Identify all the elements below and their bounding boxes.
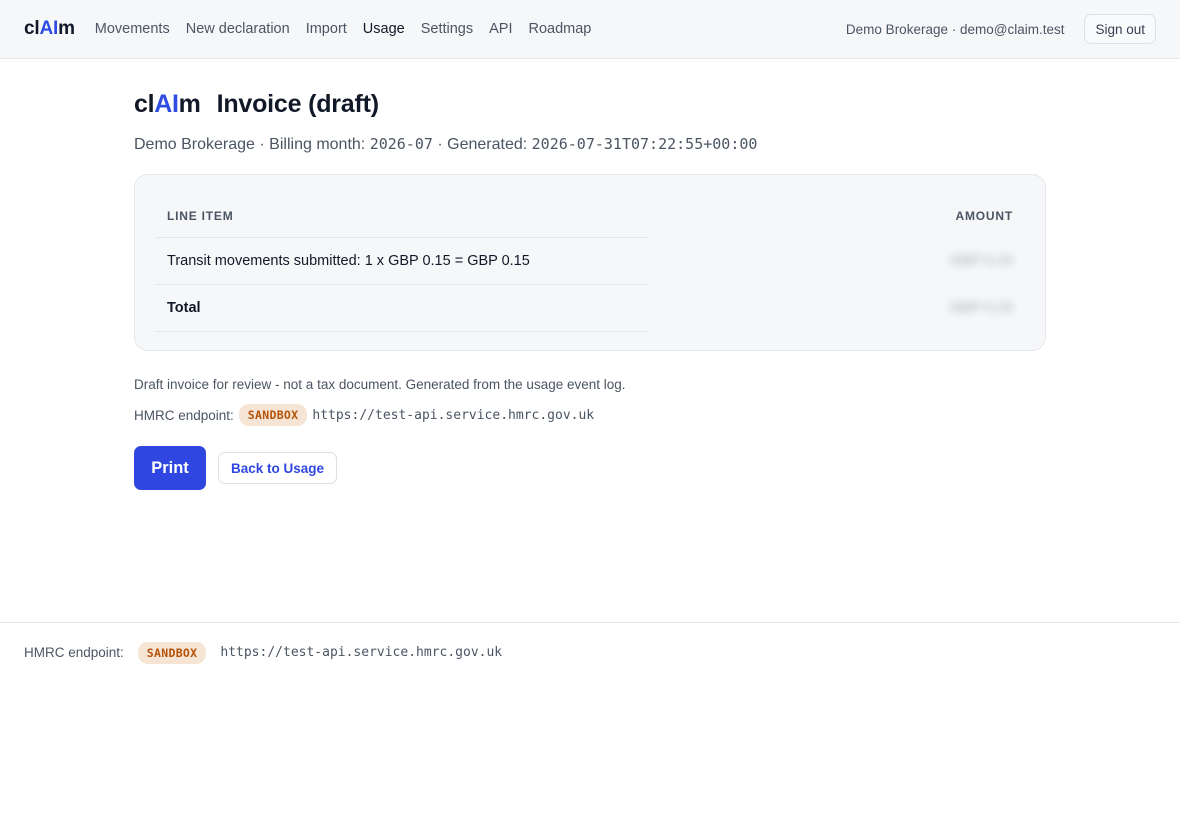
print-button[interactable]: Print [134, 446, 206, 490]
nav-link-import[interactable]: Import [306, 21, 347, 37]
title-logo-suffix: m [178, 90, 201, 118]
line-item-desc: Transit movements submitted: 1 x GBP 0.1… [155, 237, 825, 285]
logo-prefix: cl [24, 18, 40, 39]
nav-link-settings[interactable]: Settings [421, 21, 473, 37]
footer-endpoint-url: https://test-api.service.hmrc.gov.uk [220, 645, 503, 660]
footer: HMRC endpoint: SANDBOX https://test-api.… [0, 622, 1180, 682]
logo-suffix: m [58, 18, 75, 39]
total-row: Total GBP 0.15 [155, 284, 1025, 332]
table-row: Transit movements submitted: 1 x GBP 0.1… [155, 237, 1025, 285]
back-to-usage-button[interactable]: Back to Usage [218, 452, 338, 484]
nav-link-new-declaration[interactable]: New declaration [186, 21, 290, 37]
endpoint-url: https://test-api.service.hmrc.gov.uk [312, 407, 595, 423]
line-item-amount-value: GBP 0.15 [949, 253, 1013, 269]
invoice-meta: Demo Brokerage · Billing month: 2026-07 … [134, 135, 1046, 154]
title-logo-prefix: cl [134, 90, 155, 118]
account-info: Demo Brokerage · demo@claim.test [845, 21, 1065, 37]
org-name: Demo Brokerage [134, 136, 255, 153]
endpoint-label: HMRC endpoint: [134, 407, 234, 423]
nav-link-movements[interactable]: Movements [95, 21, 170, 37]
title-logo: clAIm [134, 90, 201, 119]
line-item-amount: GBP 0.15 [825, 237, 1025, 285]
title-logo-ai: AI [154, 90, 179, 118]
app-logo[interactable]: clAIm [24, 18, 75, 40]
generated-label: · Generated: [437, 136, 528, 153]
nav-right: Demo Brokerage · demo@claim.test Sign ou… [846, 14, 1156, 44]
logo-ai: AI [39, 18, 59, 39]
nav-link-api[interactable]: API [489, 21, 512, 37]
sandbox-badge: SANDBOX [238, 404, 308, 426]
title-row: clAIm Invoice (draft) [134, 90, 1046, 119]
generated-timestamp: 2026-07-31T07:22:55+00:00 [531, 135, 758, 153]
footer-endpoint-label: HMRC endpoint: [24, 645, 124, 660]
total-amount-value: GBP 0.15 [949, 300, 1013, 316]
nav-link-roadmap[interactable]: Roadmap [529, 21, 592, 37]
footer-sandbox-badge: SANDBOX [137, 641, 207, 664]
col-amount: AMOUNT [825, 195, 1025, 238]
top-nav: clAIm Movements New declaration Import U… [0, 0, 1180, 59]
page-title: Invoice (draft) [216, 90, 379, 118]
total-amount: GBP 0.15 [825, 284, 1025, 332]
table-header-row: LINE ITEM AMOUNT [155, 195, 1025, 238]
invoice-main: clAIm Invoice (draft) Demo Brokerage · B… [134, 90, 1046, 490]
invoice-card: LINE ITEM AMOUNT Transit movements submi… [134, 174, 1046, 351]
col-line-item: LINE ITEM [155, 195, 825, 238]
billing-month: 2026-07 [369, 135, 433, 153]
invoice-table: LINE ITEM AMOUNT Transit movements submi… [155, 195, 1025, 332]
nav-link-usage[interactable]: Usage [363, 21, 405, 37]
nav-links: Movements New declaration Import Usage S… [95, 21, 608, 37]
actions: Print Back to Usage [134, 446, 1046, 490]
total-label: Total [155, 284, 825, 332]
sign-out-button[interactable]: Sign out [1084, 14, 1156, 44]
billing-month-label: · Billing month: [259, 136, 366, 153]
hmrc-endpoint: HMRC endpoint: SANDBOX https://test-api.… [134, 404, 1046, 426]
draft-note: Draft invoice for review - not a tax doc… [134, 377, 626, 392]
